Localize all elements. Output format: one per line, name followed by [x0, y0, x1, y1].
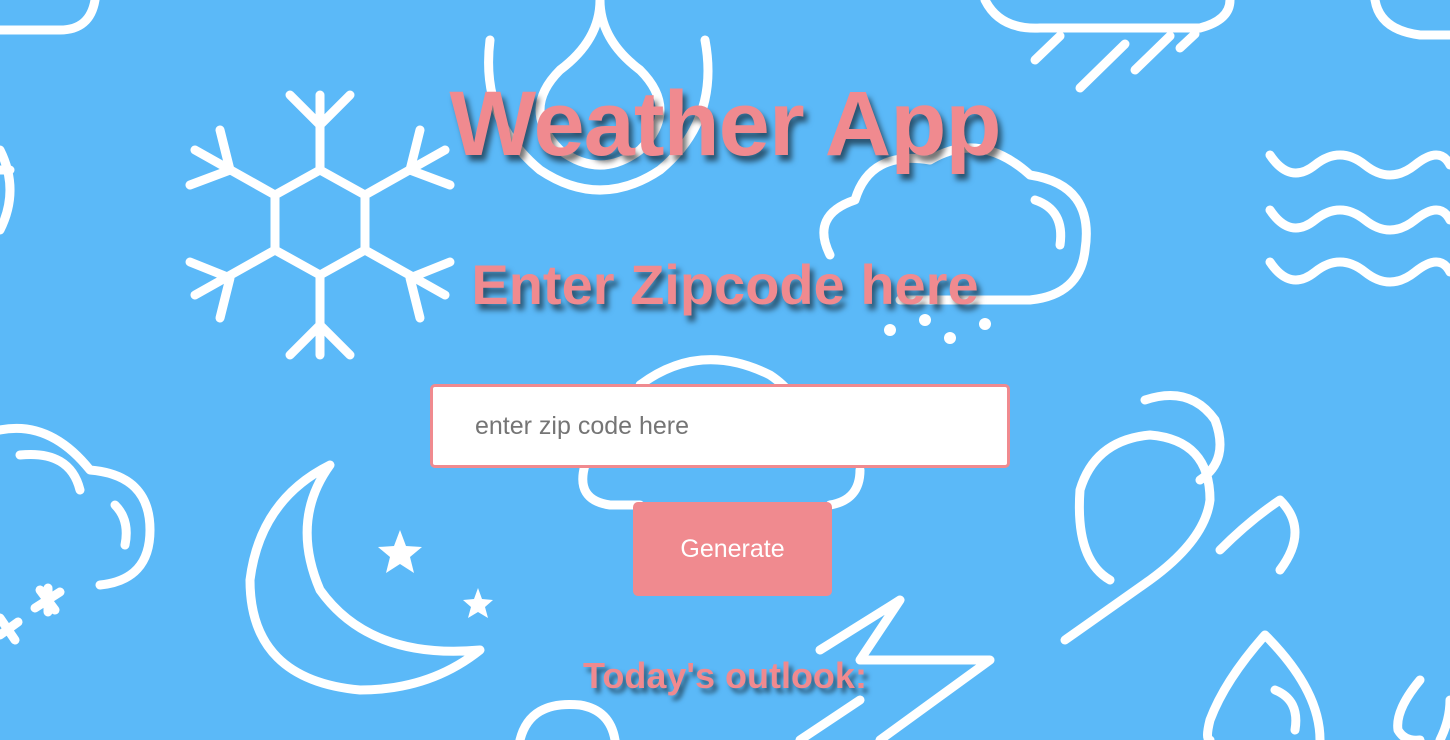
- generate-button[interactable]: Generate: [633, 502, 832, 596]
- zipcode-heading: Enter Zipcode here: [471, 253, 979, 316]
- app-title: Weather App: [449, 73, 1001, 175]
- zip-code-input[interactable]: [430, 384, 1010, 468]
- app-content: Weather App Enter Zipcode here Generate …: [0, 0, 1450, 740]
- todays-outlook-label: Today's outlook:: [583, 655, 867, 696]
